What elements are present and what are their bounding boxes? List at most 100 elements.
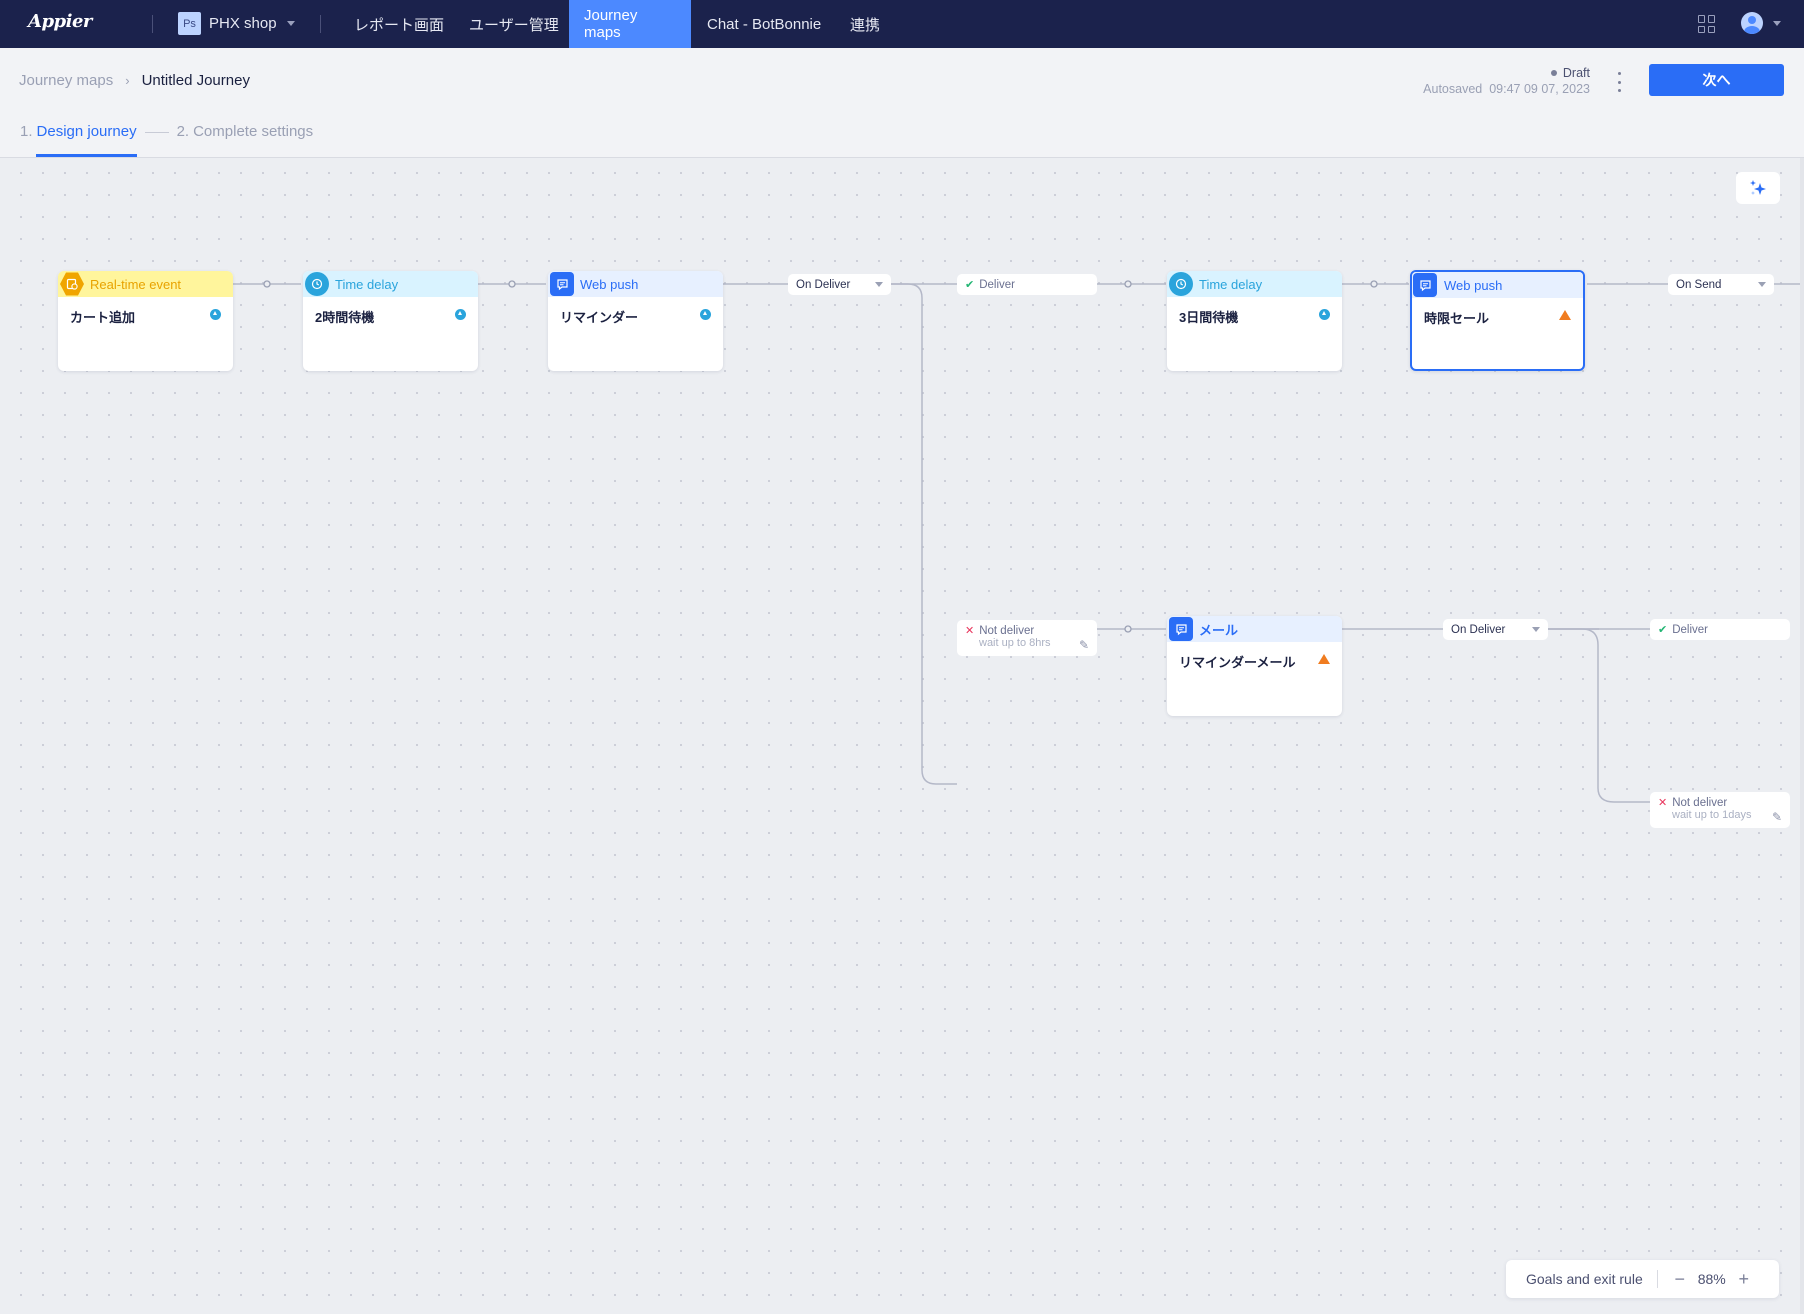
divider <box>1656 1270 1658 1288</box>
zoom-level: 88% <box>1697 1271 1726 1287</box>
user-avatar[interactable] <box>1741 12 1763 34</box>
node-title: 時限セール <box>1424 311 1490 326</box>
shop-name: PHX shop <box>209 15 277 32</box>
branch-not-deliver[interactable]: ✕ Not deliver wait up to 8hrs ✎ <box>957 620 1097 656</box>
sparkle-icon <box>1750 180 1766 195</box>
next-button[interactable]: 次へ <box>1649 64 1784 96</box>
node-title: リマインダーメール <box>1179 655 1296 670</box>
branch-wait: wait up to 8hrs <box>979 637 1051 649</box>
event-calendar-icon <box>60 272 84 296</box>
chevron-down-icon <box>875 282 883 287</box>
nav-item-report[interactable]: レポート画面 <box>339 0 459 48</box>
edit-pencil-icon[interactable]: ✎ <box>1079 638 1089 652</box>
edge-handle <box>263 280 271 288</box>
top-nav: Appier Ps PHX shop レポート画面 ユーザー管理 Journey… <box>0 0 1804 48</box>
breadcrumb-journey-maps[interactable]: Journey maps <box>19 72 113 89</box>
appier-logo[interactable]: Appier <box>28 11 92 32</box>
nav-divider <box>152 15 153 33</box>
nav-item-integrations[interactable]: 連携 <box>835 0 895 48</box>
node-title: リマインダー <box>560 310 639 325</box>
journey-title[interactable]: Untitled Journey <box>142 72 250 89</box>
message-icon <box>1413 273 1437 297</box>
branch-wait: wait up to 1days <box>1672 809 1752 821</box>
goals-exit-rule-button[interactable]: Goals and exit rule <box>1506 1271 1657 1287</box>
step-number: 2. <box>176 123 190 140</box>
node-type: Web push <box>1444 277 1503 293</box>
page-header: Journey maps › Untitled Journey 1. Desig… <box>0 48 1804 158</box>
step-design-journey[interactable]: 1. Design journey <box>20 123 137 157</box>
edge-handle <box>1370 280 1378 288</box>
step-complete-settings[interactable]: 2. Complete settings <box>177 123 314 157</box>
edge-handle <box>1124 280 1132 288</box>
status-dot-icon <box>1550 70 1557 76</box>
node-type: Time delay <box>335 276 399 292</box>
zoom-out-button[interactable]: − <box>1668 1269 1692 1290</box>
nav-item-users[interactable]: ユーザー管理 <box>454 0 574 48</box>
clock-icon <box>305 272 329 296</box>
node-title: カート追加 <box>70 310 136 325</box>
journey-node-web-push-selected[interactable]: Web push 時限セール <box>1410 270 1585 371</box>
warning-icon <box>1559 310 1571 320</box>
condition-dropdown[interactable]: On Send <box>1668 274 1774 295</box>
journey-node-web-push[interactable]: Web push リマインダー <box>548 271 723 371</box>
goals-zoom-bar: Goals and exit rule − 88% + <box>1506 1260 1779 1298</box>
edge <box>1548 628 1650 803</box>
ai-assist-button[interactable] <box>1736 172 1780 204</box>
branch-deliver[interactable]: ✔ Deliver <box>957 274 1097 295</box>
autosaved-time: 09:47 09 07, 2023 <box>1489 82 1590 96</box>
close-icon: ✕ <box>965 625 975 637</box>
canvas-scroll-edge <box>1800 158 1804 1314</box>
edge <box>891 283 957 785</box>
chevron-down-icon <box>1758 282 1766 287</box>
edge-handle <box>508 280 516 288</box>
node-type: メール <box>1199 622 1239 638</box>
node-title: 2時間待機 <box>315 310 375 325</box>
branch-label: Deliver <box>1672 623 1709 636</box>
warning-icon <box>1318 654 1330 664</box>
condition-dropdown[interactable]: On Deliver <box>1443 619 1548 640</box>
edit-pencil-icon[interactable]: ✎ <box>1772 810 1782 824</box>
branch-not-deliver[interactable]: ✕ Not deliver wait up to 1days ✎ <box>1650 792 1790 828</box>
upload-status-icon <box>1319 309 1330 320</box>
journey-node-realtime-event[interactable]: Real-time event カート追加 <box>58 271 233 371</box>
step-label: Complete settings <box>193 123 314 140</box>
condition-label: On Deliver <box>1451 623 1506 636</box>
step-connector <box>144 131 169 133</box>
condition-label: On Deliver <box>796 278 851 291</box>
chevron-down-icon <box>1532 627 1540 632</box>
condition-label: On Send <box>1676 278 1722 291</box>
condition-dropdown[interactable]: On Deliver <box>788 274 891 295</box>
journey-canvas[interactable]: Real-time event カート追加 Time delay 2時間待機 W… <box>0 158 1804 1314</box>
step-number: 1. <box>20 123 33 140</box>
message-icon <box>550 272 574 296</box>
nav-divider <box>320 15 321 33</box>
autosaved-label: Autosaved <box>1423 82 1483 96</box>
step-label: Design journey <box>36 123 137 140</box>
upload-status-icon <box>700 309 711 320</box>
node-type: Real-time event <box>90 276 182 292</box>
branch-deliver[interactable]: ✔ Deliver <box>1650 619 1790 640</box>
more-options-icon[interactable] <box>1616 72 1622 92</box>
journey-node-mail[interactable]: メール リマインダーメール <box>1167 616 1342 716</box>
nav-item-journey-maps[interactable]: Journey maps <box>569 0 691 48</box>
chevron-right-icon: › <box>125 73 130 88</box>
branch-label: Deliver <box>979 278 1016 291</box>
shop-selector[interactable]: Ps PHX shop <box>178 12 295 35</box>
branch-label: Not deliver <box>979 625 1035 637</box>
node-title: 3日間待機 <box>1179 310 1239 325</box>
close-icon: ✕ <box>1658 797 1668 809</box>
node-type: Web push <box>580 276 639 292</box>
clock-icon <box>1169 272 1193 296</box>
journey-node-time-delay[interactable]: Time delay 3日間待機 <box>1167 271 1342 371</box>
nav-item-chat-botbonnie[interactable]: Chat - BotBonnie <box>692 0 836 48</box>
journey-node-time-delay[interactable]: Time delay 2時間待機 <box>303 271 478 371</box>
upload-status-icon <box>210 309 221 320</box>
chevron-down-icon <box>286 21 295 26</box>
chevron-down-icon[interactable] <box>1773 21 1781 26</box>
zoom-in-button[interactable]: + <box>1732 1269 1756 1290</box>
message-icon <box>1169 617 1193 641</box>
apps-grid-icon[interactable] <box>1698 15 1716 33</box>
status-badge: Draft <box>1562 66 1590 80</box>
save-status: Draft Autosaved 09:47 09 07, 2023 <box>1423 65 1590 97</box>
edge-handle <box>1124 625 1132 633</box>
